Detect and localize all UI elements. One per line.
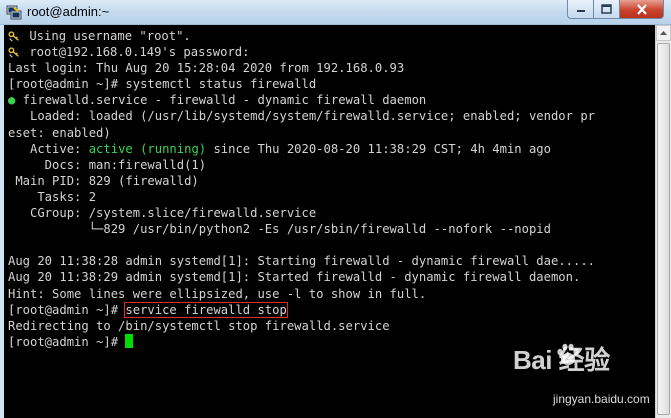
terminal-line: Last login: Thu Aug 20 15:28:04 2020 fro… [8, 60, 595, 76]
terminal-text: Using username "root". [29, 29, 191, 43]
terminal-line: Using username "root". [8, 28, 595, 44]
terminal-text: active (running) [88, 141, 207, 156]
terminal-text: Loaded: loaded (/usr/lib/systemd/system/… [8, 109, 595, 124]
terminal-output[interactable]: Using username "root". root@192.168.0.14… [4, 25, 655, 418]
terminal-line: Aug 20 11:38:29 admin systemd[1]: Starte… [8, 269, 595, 285]
terminal-text: Docs: man:firewalld(1) [8, 157, 207, 172]
terminal-text: Aug 20 11:38:28 admin systemd[1]: Starti… [8, 254, 595, 269]
terminal-line: [root@admin ~]# service firewalld stop [8, 301, 595, 318]
terminal-line: ● firewalld.service - firewalld - dynami… [8, 92, 595, 108]
terminal-text: Active: [8, 141, 89, 156]
terminal-text: Last login: Thu Aug 20 15:28:04 2020 fro… [8, 61, 405, 76]
terminal-text: Redirecting to /bin/systemctl stop firew… [8, 318, 390, 333]
terminal-line: root@192.168.0.149's password: [8, 44, 595, 60]
terminal-text: Tasks: 2 [8, 189, 97, 204]
terminal-line: [root@admin ~]# systemctl status firewal… [8, 76, 595, 92]
terminal-text: Main PID: 829 (firewalld) [8, 173, 199, 188]
terminal-text: Aug 20 11:38:29 admin systemd[1]: Starte… [8, 270, 581, 285]
terminal-line: [root@admin ~]# [8, 333, 595, 350]
putty-icon [6, 5, 22, 20]
terminal-text: [root@admin ~]# systemctl status firewal… [8, 77, 317, 92]
maximize-icon [601, 4, 612, 14]
terminal-line: Aug 20 11:38:28 admin systemd[1]: Starti… [8, 253, 595, 269]
terminal-line: Docs: man:firewalld(1) [8, 157, 595, 173]
terminal-window: root@admin:~ Using username "root". root… [0, 0, 671, 418]
scrollbar-thumb[interactable] [657, 43, 670, 415]
terminal-text: eset: enabled) [8, 125, 111, 140]
window-controls [567, 0, 664, 20]
vertical-scrollbar[interactable] [655, 25, 671, 418]
close-button[interactable] [620, 0, 664, 19]
terminal-line: Loaded: loaded (/usr/lib/systemd/system/… [8, 108, 595, 124]
terminal-cursor [125, 333, 134, 348]
terminal-line: Tasks: 2 [8, 189, 595, 205]
close-icon [636, 3, 647, 15]
highlighted-command: service firewalld stop [124, 301, 288, 318]
terminal-line: └─829 /usr/bin/python2 -Es /usr/sbin/fir… [8, 221, 595, 237]
title-bar[interactable]: root@admin:~ [0, 0, 671, 25]
terminal-line: Main PID: 829 (firewalld) [8, 173, 595, 189]
scroll-up-icon [660, 31, 667, 35]
window-title: root@admin:~ [27, 4, 110, 19]
terminal-line: Hint: Some lines were ellipsized, use -l… [8, 286, 595, 302]
terminal-text: [root@admin ~]# [8, 302, 126, 317]
terminal-text: [root@admin ~]# [8, 334, 126, 349]
terminal-line: Redirecting to /bin/systemctl stop firew… [8, 318, 595, 334]
terminal-text: └─829 /usr/bin/python2 -Es /usr/sbin/fir… [8, 222, 551, 237]
maximize-button[interactable] [594, 0, 620, 19]
minimize-icon [576, 10, 585, 12]
minimize-button[interactable] [567, 0, 594, 19]
terminal-text: CGroup: /system.slice/firewalld.service [8, 206, 317, 221]
terminal-text: since Thu 2020-08-20 11:38:29 CST; 4h 4m… [206, 141, 551, 156]
terminal-lines: Using username "root". root@192.168.0.14… [8, 28, 595, 350]
terminal-line: eset: enabled) [8, 125, 595, 141]
terminal-line: Active: active (running) since Thu 2020-… [8, 141, 595, 157]
scroll-up-arrow[interactable] [656, 25, 671, 41]
terminal-text: root@192.168.0.149's password: [29, 45, 250, 60]
terminal-line: CGroup: /system.slice/firewalld.service [8, 205, 595, 221]
terminal-text: firewalld.service - firewalld - dynamic … [15, 93, 427, 108]
terminal-text: Hint: Some lines were ellipsized, use -l… [8, 286, 427, 301]
